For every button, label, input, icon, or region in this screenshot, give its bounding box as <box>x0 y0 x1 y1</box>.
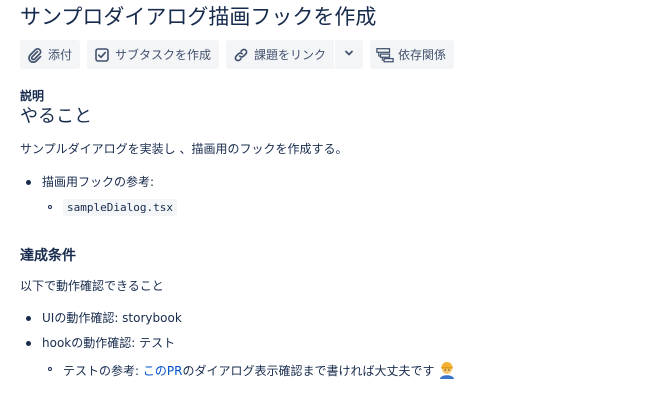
more-actions-dropdown[interactable] <box>334 40 364 69</box>
list-circle <box>48 205 52 209</box>
test-ref-suffix: のダイアログ表示確認まで書ければ大丈夫です <box>182 364 435 378</box>
issue-title[interactable]: サンプロダイアログ描画フックを作成 <box>20 4 376 30</box>
todo-heading: やること <box>20 106 92 127</box>
pr-link[interactable]: このPR <box>143 364 183 378</box>
criteria-intro: 以下で動作確認できること <box>20 279 164 293</box>
dependency-label: 依存関係 <box>398 48 447 62</box>
attach-label: 添付 <box>48 48 73 62</box>
list-item-criteria-2: hookの動作確認: テスト <box>42 336 176 350</box>
create-subtask-button[interactable]: サブタスクを作成 <box>87 40 220 69</box>
list-item-ref: 描画用フックの参考: <box>42 175 155 189</box>
list-item-test-ref: テストの参考: このPRのダイアログ表示確認まで書ければ大丈夫です <box>63 361 456 383</box>
test-ref-prefix: テストの参考: <box>63 364 143 378</box>
attach-button[interactable]: 添付 <box>20 40 81 69</box>
worker-emoji-icon <box>438 361 456 383</box>
paperclip-icon <box>26 46 44 64</box>
list-bullet <box>26 316 31 321</box>
description-label: 説明 <box>20 89 45 103</box>
description-intro: サンプルダイアログを実装し 、描画用のフックを作成する。 <box>20 142 348 156</box>
list-item-code: sampleDialog.tsx <box>63 199 177 216</box>
code-snippet: sampleDialog.tsx <box>63 199 177 216</box>
checkbox-icon <box>93 46 111 64</box>
issue-toolbar: 添付 サブタスクを作成 課題をリンク 依存関係 <box>20 40 461 69</box>
dependency-button[interactable]: 依存関係 <box>370 40 455 69</box>
link-issue-label: 課題をリンク <box>254 48 327 62</box>
link-issue-group: 課題をリンク <box>226 40 364 69</box>
link-issue-button[interactable]: 課題をリンク <box>226 40 335 69</box>
list-circle <box>48 367 52 371</box>
link-icon <box>232 46 250 64</box>
list-item-criteria-1: UIの動作確認: storybook <box>42 311 182 325</box>
create-subtask-label: サブタスクを作成 <box>115 48 212 62</box>
criteria-heading: 達成条件 <box>20 248 76 264</box>
list-bullet <box>26 341 31 346</box>
list-bullet <box>26 180 31 185</box>
hierarchy-icon <box>376 46 394 64</box>
chevron-down-icon <box>343 47 355 62</box>
